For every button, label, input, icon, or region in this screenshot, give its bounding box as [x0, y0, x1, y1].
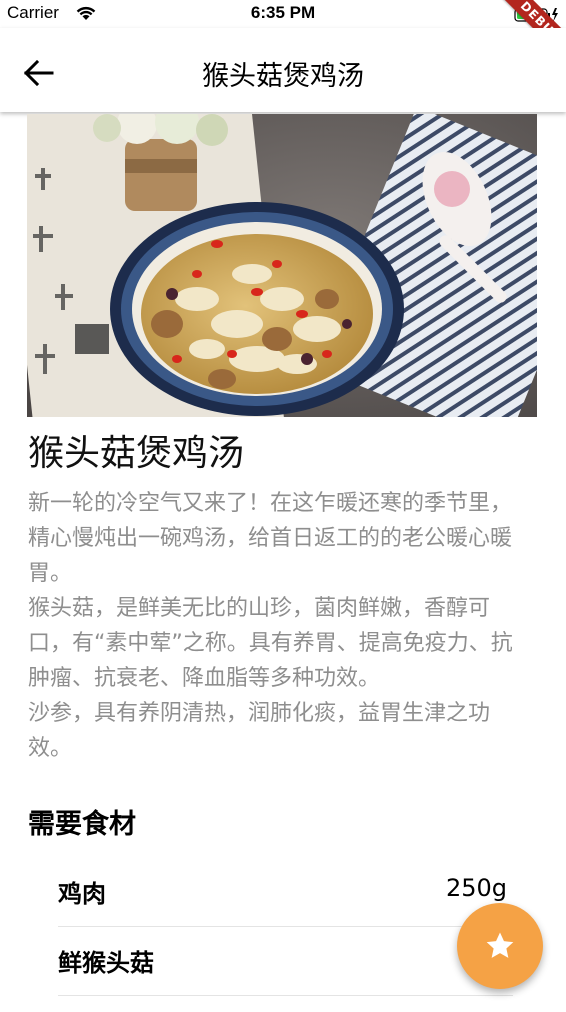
- ingredient-name: 鲜猴头菇: [58, 949, 154, 977]
- ingredient-name: 鸡肉: [58, 880, 106, 908]
- ingredient-row: 鲜猴头菇 1朵: [58, 927, 513, 996]
- recipe-description: 新一轮的冷空气又来了！在这乍暖还寒的季节里，精心慢炖出一碗鸡汤，给首日返工的的老…: [28, 491, 513, 761]
- star-icon: [486, 932, 514, 958]
- recipe-title: 猴头菇煲鸡汤: [28, 433, 245, 474]
- ingredient-amount: 250g: [445, 874, 507, 902]
- app-bar: 猴头菇煲鸡汤: [0, 28, 566, 112]
- ingredient-row: 鸡肉 250g: [58, 858, 513, 927]
- recipe-photo: [27, 114, 537, 417]
- page-title: 猴头菇煲鸡汤: [202, 61, 364, 92]
- status-bar: Carrier 6:35 PM: [0, 0, 566, 28]
- ingredients-heading: 需要食材: [28, 809, 136, 840]
- clock: 6:35 PM: [250, 3, 316, 22]
- favorite-button[interactable]: [457, 903, 543, 989]
